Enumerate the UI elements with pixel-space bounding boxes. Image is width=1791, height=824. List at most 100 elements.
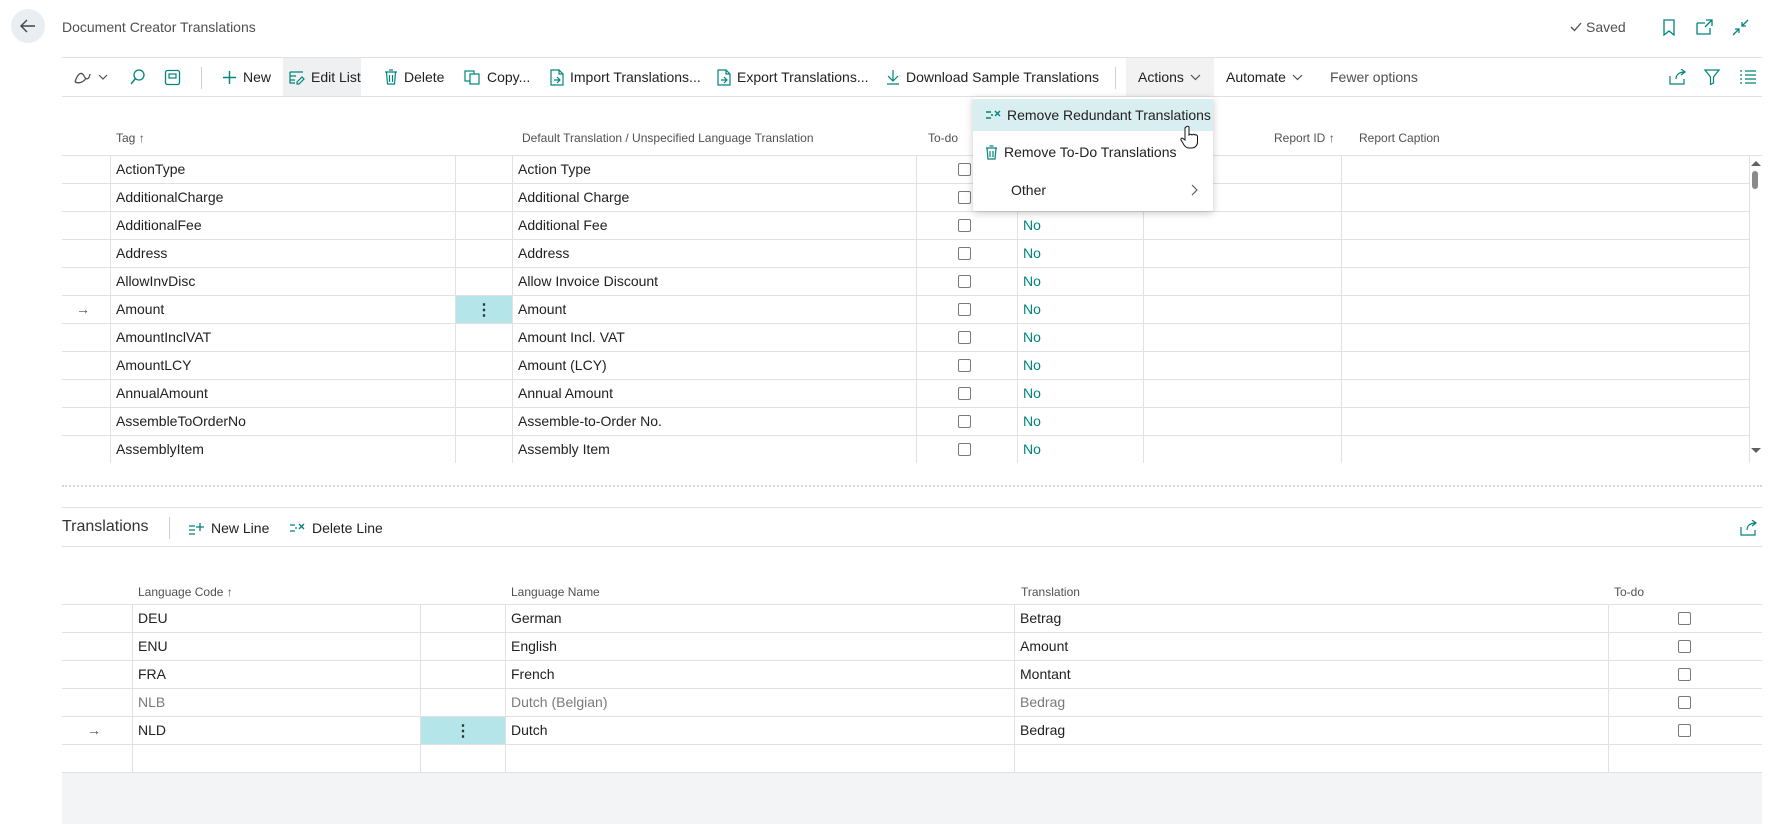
menu-item-other[interactable]: Other [973,174,1213,206]
column-header-report-caption[interactable]: Report Caption [1359,131,1440,145]
language-code-cell[interactable]: DEU [132,605,412,632]
todo-checkbox[interactable] [958,303,971,316]
translation-cell[interactable]: Amount [1014,633,1604,660]
new-line-button[interactable]: New Line [182,509,275,547]
table-row[interactable]: AssembleToOrderNo Assemble-to-Order No. No [62,408,1749,436]
table-row[interactable]: AllowInvDisc Allow Invoice Discount No [62,268,1749,296]
bookmark-button[interactable] [1659,17,1679,37]
default-translation-cell[interactable]: Assemble-to-Order No. [512,408,912,435]
row-actions-button[interactable]: ⋮ [421,717,505,744]
translation-cell[interactable]: Montant [1014,661,1604,688]
scroll-up-icon[interactable] [1750,158,1762,168]
automate-menu-button[interactable]: Automate [1220,58,1309,96]
todo-checkbox[interactable] [958,219,971,232]
delete-line-button[interactable]: Delete Line [283,509,389,547]
show-as-tiles-button[interactable] [158,58,187,96]
todo-checkbox[interactable] [958,247,971,260]
translation-cell[interactable]: Bedrag [1014,717,1604,744]
fewer-options-button[interactable]: Fewer options [1324,58,1424,96]
back-button[interactable] [11,9,45,43]
todo-checkbox[interactable] [958,359,971,372]
table-row[interactable]: FRA French Montant [62,661,1762,689]
flag-cell[interactable]: No [1017,352,1137,379]
tag-cell[interactable]: AssembleToOrderNo [110,408,450,435]
default-translation-cell[interactable]: Allow Invoice Discount [512,268,912,295]
table-row[interactable]: AmountInclVAT Amount Incl. VAT No [62,324,1749,352]
table-row[interactable]: ENU English Amount [62,633,1762,661]
column-header-todo[interactable]: To-do [1614,585,1644,599]
table-row[interactable]: → ⋮ Amount Amount No [62,296,1749,324]
table-row[interactable]: NLB Dutch (Belgian) Bedrag [62,689,1762,717]
todo-checkbox[interactable] [1678,612,1691,625]
default-translation-cell[interactable]: Action Type [512,156,912,183]
delete-button[interactable]: Delete [378,58,450,96]
table-row[interactable]: ActionType Action Type [62,156,1749,184]
share-button[interactable] [1663,58,1693,96]
tag-cell[interactable]: Amount [110,296,450,323]
todo-checkbox[interactable] [958,331,971,344]
language-code-cell[interactable]: ENU [132,633,412,660]
tag-cell[interactable]: ActionType [110,156,450,183]
column-header-report-id[interactable]: Report ID ↑ [1274,131,1335,145]
list-view-button[interactable] [1734,58,1762,96]
todo-checkbox[interactable] [1678,640,1691,653]
flag-cell[interactable]: No [1017,408,1137,435]
todo-checkbox[interactable] [1678,724,1691,737]
scroll-down-icon[interactable] [1750,446,1762,456]
column-header-tag[interactable]: Tag ↑ [116,131,145,145]
todo-checkbox[interactable] [958,443,971,456]
default-translation-cell[interactable]: Assembly Item [512,436,912,463]
column-header-language-code[interactable]: Language Code ↑ [138,585,233,599]
menu-item-remove-todo-translations[interactable]: Remove To-Do Translations [973,136,1213,168]
default-translation-cell[interactable]: Amount Incl. VAT [512,324,912,351]
flag-cell[interactable]: No [1017,324,1137,351]
todo-checkbox[interactable] [958,191,971,204]
search-button[interactable] [123,58,153,96]
language-code-cell[interactable]: NLB [132,689,412,716]
main-table-scrollbar[interactable] [1749,154,1761,460]
tag-cell[interactable]: AllowInvDisc [110,268,450,295]
flag-cell[interactable]: No [1017,380,1137,407]
todo-checkbox[interactable] [958,275,971,288]
tag-cell[interactable]: AnnualAmount [110,380,450,407]
flag-cell[interactable]: No [1017,240,1137,267]
column-header-todo[interactable]: To-do [928,131,958,145]
column-header-language-name[interactable]: Language Name [511,585,600,599]
default-translation-cell[interactable]: Amount (LCY) [512,352,912,379]
tag-cell[interactable]: AdditionalCharge [110,184,450,211]
table-row[interactable]: AnnualAmount Annual Amount No [62,380,1749,408]
column-header-default-translation[interactable]: Default Translation / Unspecified Langua… [522,131,814,145]
todo-checkbox[interactable] [958,415,971,428]
todo-checkbox[interactable] [958,387,971,400]
open-new-window-button[interactable] [1694,17,1714,37]
scrollbar-thumb[interactable] [1752,171,1758,189]
copilot-button[interactable] [66,58,114,96]
collapse-button[interactable] [1730,17,1750,37]
tag-cell[interactable]: AmountInclVAT [110,324,450,351]
table-row[interactable]: Address Address No [62,240,1749,268]
todo-checkbox[interactable] [1678,668,1691,681]
menu-item-remove-redundant-translations[interactable]: Remove Redundant Translations [973,99,1213,131]
part-share-button[interactable] [1734,509,1764,547]
copy-button[interactable]: Copy... [458,58,536,96]
export-translations-button[interactable]: Export Translations... [711,58,875,96]
flag-cell[interactable]: No [1017,296,1137,323]
default-translation-cell[interactable]: Annual Amount [512,380,912,407]
tag-cell[interactable]: AdditionalFee [110,212,450,239]
language-code-cell[interactable]: FRA [132,661,412,688]
table-row[interactable]: AdditionalCharge Additional Charge [62,184,1749,212]
row-actions-button[interactable]: ⋮ [456,296,512,323]
table-row[interactable]: AdditionalFee Additional Fee No [62,212,1749,240]
flag-cell[interactable]: No [1017,268,1137,295]
default-translation-cell[interactable]: Address [512,240,912,267]
actions-menu-button[interactable]: Actions [1126,58,1214,96]
translation-cell[interactable]: Bedrag [1014,689,1604,716]
default-translation-cell[interactable]: Amount [512,296,912,323]
tag-cell[interactable]: AmountLCY [110,352,450,379]
default-translation-cell[interactable]: Additional Charge [512,184,912,211]
table-row[interactable]: AmountLCY Amount (LCY) No [62,352,1749,380]
tag-cell[interactable]: Address [110,240,450,267]
flag-cell[interactable]: No [1017,436,1137,463]
todo-checkbox[interactable] [1678,696,1691,709]
empty-new-row[interactable] [62,745,1762,773]
